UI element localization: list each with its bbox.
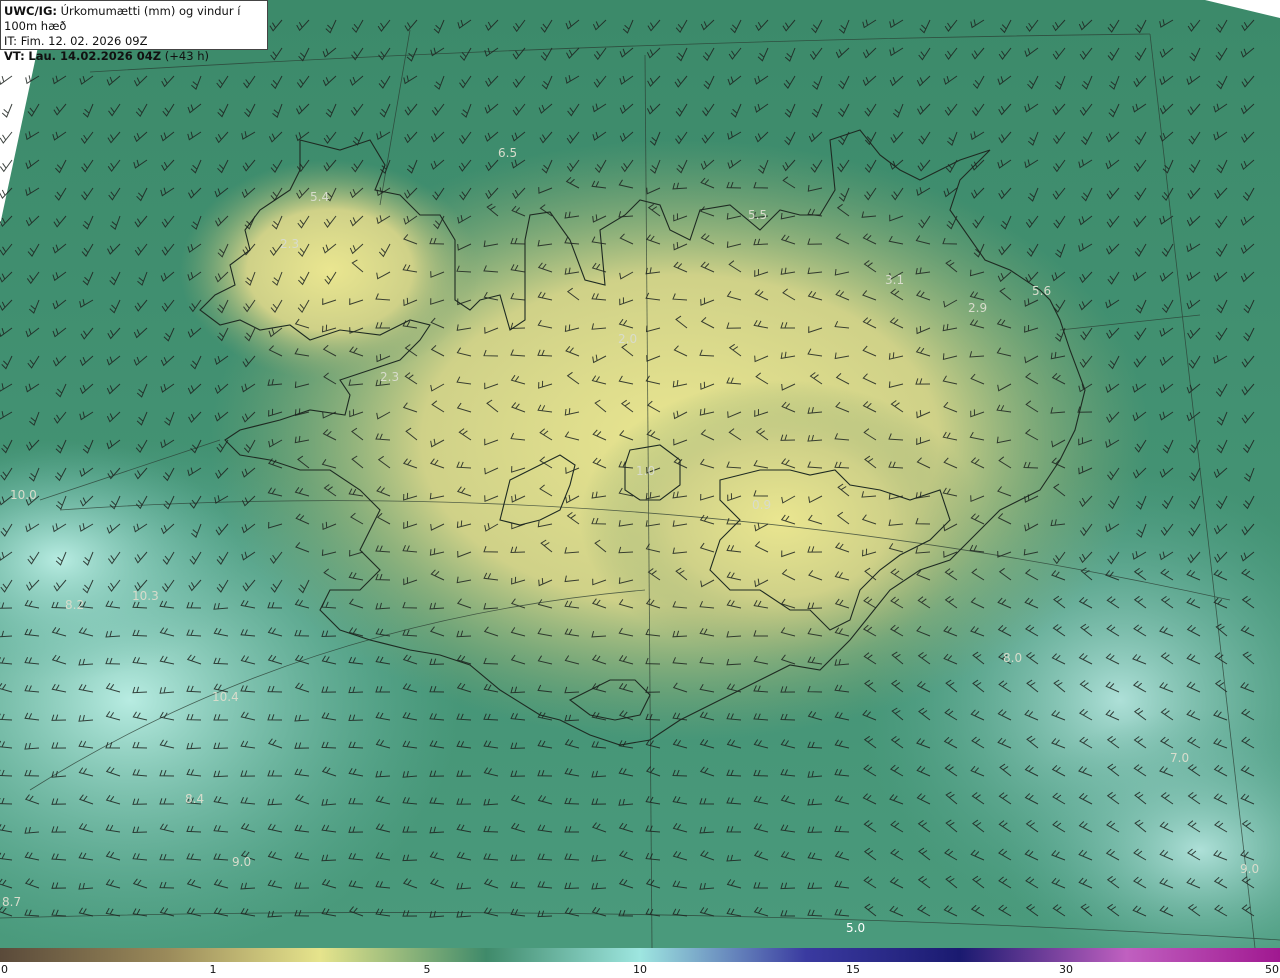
lead-time: (+43 h) [164, 49, 209, 63]
valid-time-line: VT: Lau. 14.02.2026 04Z (+43 h) [4, 49, 264, 64]
precip-value-label: 2.3 [380, 370, 399, 384]
precip-value-label: 7.0 [1170, 751, 1189, 765]
colorbar-strip [0, 948, 1280, 962]
model-name: UWC/IG: [4, 4, 57, 18]
init-time-value: Fim. 12. 02. 2026 09Z [20, 34, 148, 48]
precip-value-label: 2.9 [968, 301, 987, 315]
colorbar-tick: 10 [633, 963, 647, 976]
precip-value-label: 0.9 [752, 498, 771, 512]
colorbar-tick: 30 [1059, 963, 1073, 976]
precip-value-label: 9.0 [1240, 862, 1259, 876]
title-line: UWC/IG: Úrkomumætti (mm) og vindur í 100… [4, 4, 264, 34]
precip-value-label: 10.4 [212, 690, 239, 704]
init-time-line: IT: Fim. 12. 02. 2026 09Z [4, 34, 264, 49]
precip-value-label: 10.3 [132, 589, 159, 603]
colorbar-tick: 50 [1265, 963, 1279, 976]
precip-value-label: 2.3 [280, 237, 299, 251]
precipitation-wind-map: 6.5 5.4 2.3 5.5 3.1 5.6 2.9 2.0 2.3 1.0 0.9 10.0 8.2… [0, 0, 1280, 948]
map-info-box: UWC/IG: Úrkomumætti (mm) og vindur í 100… [0, 0, 268, 63]
precip-value-label: 5.0 [846, 921, 865, 935]
precip-value-label: 5.4 [310, 190, 329, 204]
precip-value-label: 2.0 [618, 332, 637, 346]
precip-value-label: 8.4 [185, 792, 204, 806]
precip-value-label: 8.2 [65, 598, 84, 612]
valid-time-value: Lau. 14.02.2026 04Z [28, 49, 162, 63]
precip-value-label: 8.7 [2, 895, 21, 909]
precip-value-label: 10.0 [10, 488, 37, 502]
colorbar-tick: 15 [846, 963, 860, 976]
precip-value-label: 3.1 [885, 273, 904, 287]
colorbar: 0 1 5 10 15 30 50 [0, 948, 1280, 978]
precip-value-label: 1.0 [636, 464, 655, 478]
valid-time-label: VT: [4, 49, 25, 63]
precip-value-label: 5.5 [748, 208, 767, 222]
colorbar-tick: 0 [1, 963, 8, 976]
precip-value-label: 9.0 [232, 855, 251, 869]
precip-value-label: 6.5 [498, 146, 517, 160]
colorbar-tick: 1 [209, 963, 217, 976]
precip-value-label: 5.6 [1032, 284, 1051, 298]
precip-value-label: 8.0 [1003, 651, 1022, 665]
init-time-label: IT: [4, 34, 18, 48]
colorbar-tick: 5 [423, 963, 431, 976]
